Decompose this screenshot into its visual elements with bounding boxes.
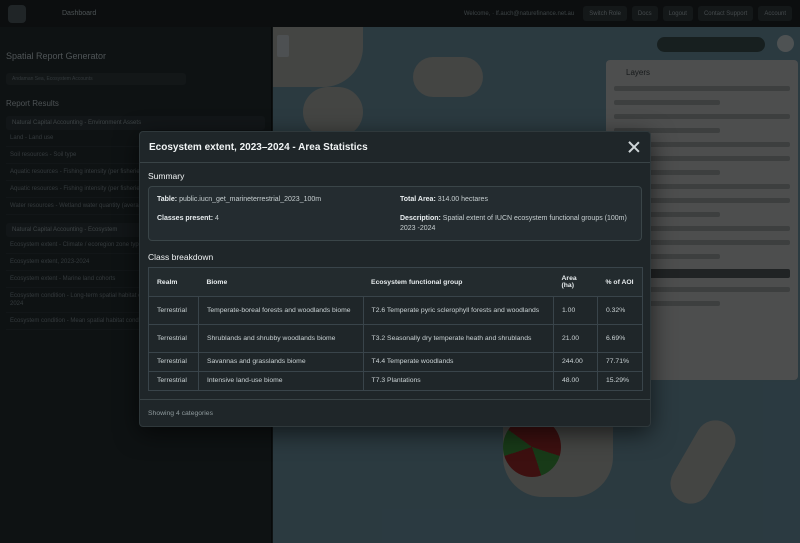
cell-biome: Temperate-boreal forests and woodlands b… <box>198 296 364 325</box>
cell-aoi: 77.71% <box>597 352 643 372</box>
summary-desc-label: Description: <box>400 215 441 222</box>
cell-area: 48.00 <box>553 371 598 391</box>
col-biome[interactable]: Biome <box>198 267 364 297</box>
cell-efg: T7.3 Plantations <box>363 371 555 391</box>
cell-realm: Terrestrial <box>148 324 199 353</box>
summary-table-value: public.iucn_get_marineterrestrial_2023_1… <box>179 196 322 203</box>
table-row: Terrestrial Shrublands and shrubby woodl… <box>148 324 643 353</box>
close-icon[interactable] <box>627 140 641 154</box>
cell-aoi: 0.32% <box>597 296 643 325</box>
summary-classes: Classes present: 4 <box>157 214 400 234</box>
summary-total-area: Total Area: 314.00 hectares <box>400 195 633 205</box>
cell-aoi: 6.69% <box>597 324 643 353</box>
modal-header: Ecosystem extent, 2023–2024 - Area Stati… <box>140 132 650 163</box>
col-aoi[interactable]: % of AOI <box>597 267 643 297</box>
cell-area: 1.00 <box>553 296 598 325</box>
cell-efg: T3.2 Seasonally dry temperate heath and … <box>363 324 555 353</box>
category-count-text: Showing 4 categories <box>148 409 213 417</box>
cell-area: 21.00 <box>553 324 598 353</box>
summary-table: Table: public.iucn_get_marineterrestrial… <box>157 195 400 205</box>
col-efg[interactable]: Ecosystem functional group <box>363 267 554 297</box>
summary-table-label: Table: <box>157 196 178 203</box>
col-area[interactable]: Area (ha) <box>553 267 598 297</box>
summary-description: Description: Spatial extent of IUCN ecos… <box>400 214 633 234</box>
cell-realm: Terrestrial <box>148 296 199 325</box>
table-row: Terrestrial Temperate-boreal forests and… <box>148 296 643 325</box>
cell-efg: T4.4 Temperate woodlands <box>363 352 555 372</box>
area-statistics-modal: Ecosystem extent, 2023–2024 - Area Stati… <box>139 131 651 427</box>
table-row: Terrestrial Intensive land-use biome T7.… <box>148 371 643 391</box>
cell-biome: Shrublands and shrubby woodlands biome <box>198 324 364 353</box>
class-breakdown-table: Realm Biome Ecosystem functional group A… <box>148 267 643 391</box>
cell-realm: Terrestrial <box>148 371 199 391</box>
modal-body: Summary Table: public.iucn_get_marineter… <box>140 163 650 391</box>
cell-biome: Intensive land-use biome <box>198 371 364 391</box>
cell-efg: T2.6 Temperate pyric sclerophyll forests… <box>363 296 555 325</box>
summary-total-value: 314.00 hectares <box>437 196 488 203</box>
summary-classes-label: Classes present: <box>157 215 214 222</box>
cell-aoi: 15.29% <box>597 371 643 391</box>
summary-box: Table: public.iucn_get_marineterrestrial… <box>148 186 642 241</box>
summary-heading: Summary <box>148 171 185 181</box>
col-realm[interactable]: Realm <box>148 267 199 297</box>
modal-title: Ecosystem extent, 2023–2024 - Area Stati… <box>149 141 368 153</box>
modal-footer: Showing 4 categories <box>140 399 650 426</box>
class-breakdown-heading: Class breakdown <box>148 252 214 262</box>
table-row: Terrestrial Savannas and grasslands biom… <box>148 352 643 372</box>
cell-biome: Savannas and grasslands biome <box>198 352 364 372</box>
summary-classes-value: 4 <box>214 215 219 222</box>
cell-area: 244.00 <box>553 352 598 372</box>
table-header-row: Realm Biome Ecosystem functional group A… <box>148 267 643 297</box>
cell-realm: Terrestrial <box>148 352 199 372</box>
summary-total-label: Total Area: <box>400 196 436 203</box>
